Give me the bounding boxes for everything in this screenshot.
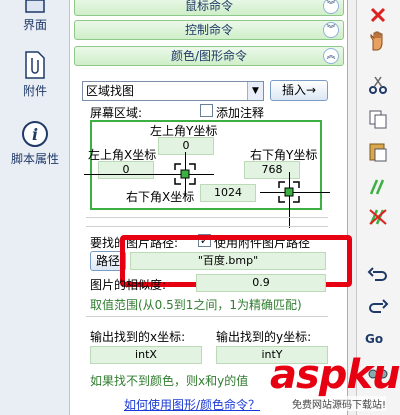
section-mouse-commands[interactable]: 鼠标命令 ︾ xyxy=(74,0,344,16)
not-found-hint: 如果找不到颜色，则x和y的值 xyxy=(90,374,249,388)
range-hint: 取值范围(从0.5到1之间，1为精确匹配) xyxy=(90,298,302,312)
sidebar-item-label: 脚本属性 xyxy=(10,152,59,166)
sidebar-item-script-properties[interactable]: i 脚本属性 xyxy=(0,120,70,167)
similarity-field[interactable]: 0.9 xyxy=(196,274,326,292)
close-icon[interactable] xyxy=(367,4,389,26)
sidebar-item-label: 界面 xyxy=(22,18,47,32)
output-y-label: 输出找到的y坐标: xyxy=(216,330,312,344)
divider xyxy=(86,226,328,227)
top-left-x-field[interactable]: 0 xyxy=(98,161,154,179)
insert-button[interactable]: 插入→ xyxy=(270,80,328,101)
help-link[interactable]: 如何使用图形/颜色命令？ xyxy=(124,396,260,413)
sidebar-item-interface[interactable]: 界面 xyxy=(0,0,70,33)
watermark-subtitle: 免费网站源码下载站! xyxy=(292,396,387,411)
paste-icon[interactable] xyxy=(367,140,389,162)
window-icon xyxy=(25,0,45,13)
chevron-down-icon[interactable]: ▼ xyxy=(247,82,263,100)
sidebar-item-attachment[interactable]: 附件 xyxy=(0,50,70,99)
comment-icon[interactable] xyxy=(367,176,389,198)
divider xyxy=(86,217,328,218)
scissors-icon[interactable] xyxy=(367,74,389,96)
watermark-logo: aspku xyxy=(270,352,400,398)
add-comment-checkbox[interactable] xyxy=(200,104,213,117)
bottom-right-x-label: 右下角X坐标 xyxy=(126,190,195,204)
attachment-icon xyxy=(25,51,45,79)
uncomment-icon[interactable] xyxy=(367,206,389,228)
crosshair-handle-icon[interactable] xyxy=(173,162,197,186)
bottom-right-y-field[interactable]: 768 xyxy=(244,161,300,179)
section-color-commands[interactable]: 颜色/图形命令 ︽ xyxy=(74,46,344,66)
info-icon: i xyxy=(22,121,48,147)
hand-icon[interactable] xyxy=(367,30,389,52)
output-x-label: 输出找到的x坐标: xyxy=(90,330,186,344)
top-left-y-field[interactable]: 0 xyxy=(158,137,214,155)
bottom-right-x-field[interactable]: 1024 xyxy=(200,184,256,202)
find-mode-select[interactable]: 区域找图 ▼ xyxy=(82,81,264,101)
screen-area-label: 屏幕区域: xyxy=(90,106,143,120)
output-x-field[interactable]: intX xyxy=(90,346,202,364)
chevron-down-icon[interactable]: ︾ xyxy=(323,22,339,38)
chevron-up-icon[interactable]: ︽ xyxy=(323,48,339,64)
chevron-down-icon[interactable]: ︾ xyxy=(323,0,339,14)
redo-icon[interactable] xyxy=(367,294,389,316)
undo-icon[interactable] xyxy=(367,262,389,284)
section-control-commands[interactable]: 控制命令 ︾ xyxy=(74,20,344,40)
add-comment-label: 添加注释 xyxy=(216,106,265,120)
go-button[interactable]: Go xyxy=(365,332,383,346)
left-sidebar: 界面 附件 i 脚本属性 xyxy=(0,0,70,415)
divider xyxy=(86,316,328,317)
copy-icon[interactable] xyxy=(367,108,389,130)
sidebar-item-label: 附件 xyxy=(22,84,47,98)
similarity-label: 图片的相似度: xyxy=(90,278,167,292)
svg-text:i: i xyxy=(32,125,38,144)
crosshair-handle-icon[interactable] xyxy=(277,180,301,204)
